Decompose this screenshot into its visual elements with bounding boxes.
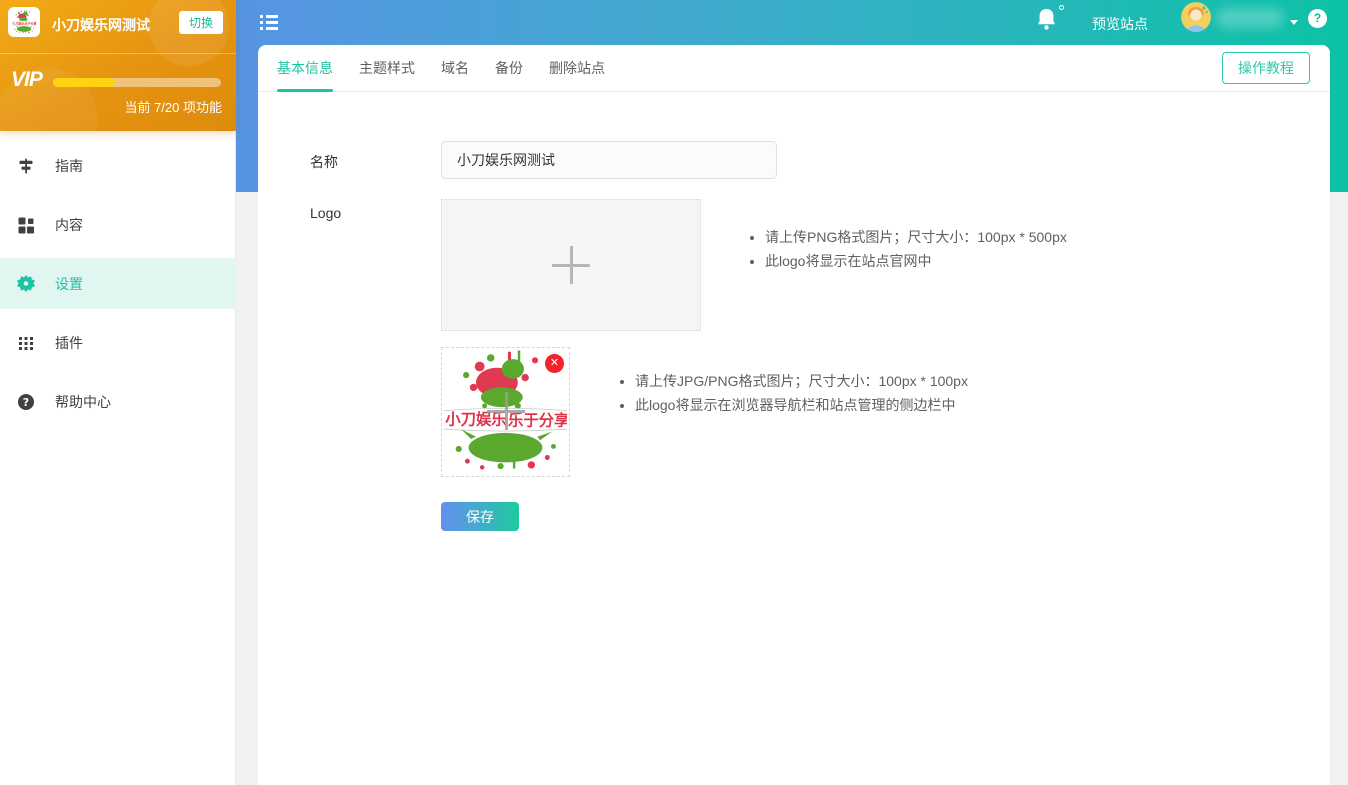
topbar: 预览站点 ? bbox=[236, 0, 1348, 45]
tip-item: 请上传PNG格式图片；尺寸大小：100px * 500px bbox=[765, 225, 1067, 249]
favicon-upload-tips: 请上传JPG/PNG格式图片；尺寸大小：100px * 100px 此logo将… bbox=[617, 369, 968, 417]
notification-badge bbox=[1059, 5, 1064, 10]
sidebar-item-guide[interactable]: 指南 bbox=[0, 140, 236, 191]
avatar[interactable] bbox=[1181, 2, 1211, 32]
favicon-upload-preview[interactable]: ✕ bbox=[441, 347, 570, 477]
upload-plus-icon bbox=[486, 391, 526, 431]
logo-upload-tips: 请上传PNG格式图片；尺寸大小：100px * 500px 此logo将显示在站… bbox=[747, 225, 1067, 273]
sidebar-item-label: 内容 bbox=[55, 215, 83, 235]
site-logo-splat-icon bbox=[11, 10, 37, 34]
sidebar-item-label: 指南 bbox=[55, 156, 83, 176]
settings-panel: 基本信息 主题样式 域名 备份 删除站点 操作教程 名称 Logo 请上传PNG… bbox=[258, 45, 1330, 785]
upload-plus-icon bbox=[551, 245, 591, 285]
question-circle-icon: ? bbox=[17, 393, 35, 411]
grid-icon bbox=[17, 216, 35, 234]
tip-item: 此logo将显示在浏览器导航栏和站点管理的侧边栏中 bbox=[635, 393, 968, 417]
vip-progress-bar bbox=[53, 78, 221, 87]
sidebar-item-label: 插件 bbox=[55, 333, 83, 353]
tab-basic-info[interactable]: 基本信息 bbox=[277, 45, 333, 92]
signpost-icon bbox=[17, 157, 35, 175]
menu-list-icon[interactable] bbox=[260, 15, 278, 30]
vip-badge: VIP bbox=[11, 68, 42, 92]
name-label: 名称 bbox=[310, 152, 338, 172]
vip-progress-fill bbox=[53, 78, 115, 87]
username-redacted bbox=[1216, 8, 1284, 28]
dots-grid-icon bbox=[17, 334, 35, 352]
save-button[interactable]: 保存 bbox=[441, 502, 519, 531]
sidebar: 小刀娱乐网测试 切换 VIP 当前 7/20 项功能 指南 bbox=[0, 0, 236, 785]
site-name-input[interactable] bbox=[441, 141, 777, 179]
tip-item: 请上传JPG/PNG格式图片；尺寸大小：100px * 100px bbox=[635, 369, 968, 393]
sidebar-item-settings[interactable]: 设置 bbox=[0, 258, 236, 309]
tab-domain[interactable]: 域名 bbox=[441, 45, 469, 92]
switch-site-button[interactable]: 切换 bbox=[179, 11, 223, 34]
site-vip-card: 小刀娱乐网测试 切换 VIP 当前 7/20 项功能 bbox=[0, 0, 236, 131]
logo-upload-dropzone[interactable] bbox=[441, 199, 701, 331]
gear-icon bbox=[17, 275, 35, 293]
app-window: 小刀娱乐网测试 切换 VIP 当前 7/20 项功能 指南 bbox=[0, 0, 1348, 785]
sidebar-item-plugins[interactable]: 插件 bbox=[0, 317, 236, 368]
tab-bar: 基本信息 主题样式 域名 备份 删除站点 操作教程 bbox=[258, 45, 1330, 92]
sidebar-menu: 指南 内容 bbox=[0, 140, 236, 435]
site-name: 小刀娱乐网测试 bbox=[52, 15, 150, 35]
tip-item: 此logo将显示在站点官网中 bbox=[765, 249, 1067, 273]
site-logo bbox=[8, 7, 40, 37]
tab-theme-style[interactable]: 主题样式 bbox=[359, 45, 415, 92]
sidebar-item-help-center[interactable]: ? 帮助中心 bbox=[0, 376, 236, 427]
tab-delete-site[interactable]: 删除站点 bbox=[549, 45, 605, 92]
divider bbox=[0, 53, 236, 54]
svg-text:?: ? bbox=[23, 396, 29, 409]
tutorial-button[interactable]: 操作教程 bbox=[1222, 52, 1310, 84]
sidebar-item-content[interactable]: 内容 bbox=[0, 199, 236, 250]
help-icon[interactable]: ? bbox=[1308, 9, 1327, 28]
remove-logo-button[interactable]: ✕ bbox=[545, 354, 564, 373]
sidebar-item-label: 帮助中心 bbox=[55, 392, 111, 412]
preview-site-link[interactable]: 预览站点 bbox=[1092, 14, 1148, 34]
tab-backup[interactable]: 备份 bbox=[495, 45, 523, 92]
notification-bell-icon[interactable] bbox=[1036, 7, 1062, 35]
sidebar-item-label: 设置 bbox=[55, 274, 83, 294]
vip-feature-count: 当前 7/20 项功能 bbox=[124, 97, 222, 116]
main-area: 预览站点 ? 基本信息 主题样式 域 bbox=[236, 0, 1348, 785]
chevron-down-icon[interactable] bbox=[1290, 20, 1298, 25]
logo-label: Logo bbox=[310, 205, 341, 221]
